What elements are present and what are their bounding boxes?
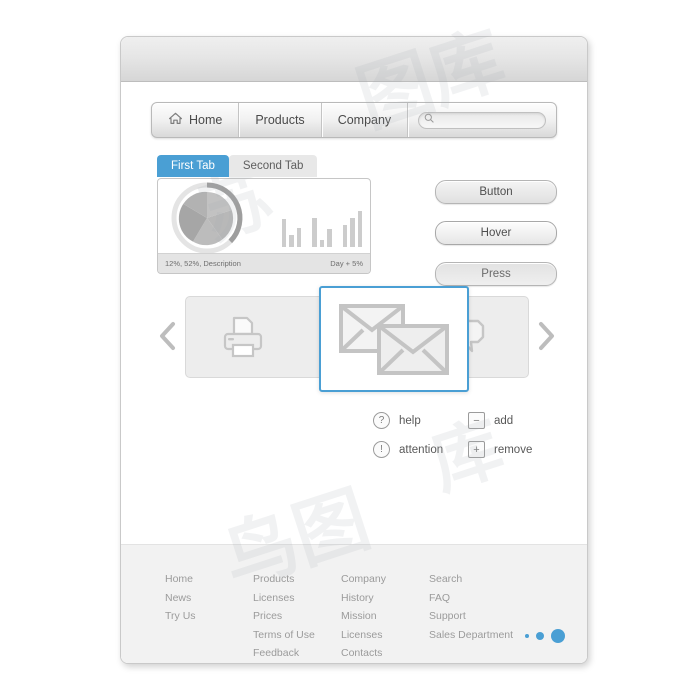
footer-column-1: Home News Try Us <box>165 573 253 663</box>
nav-item-home[interactable]: Home <box>152 103 240 137</box>
carousel-item-printer[interactable] <box>200 314 287 360</box>
window-title-bar <box>121 37 587 82</box>
legend-item-attention[interactable]: ! attention <box>373 441 468 458</box>
button-hover[interactable]: Hover <box>435 221 557 245</box>
pagination-dot[interactable] <box>536 632 544 640</box>
legend-label: remove <box>494 443 533 456</box>
footer-link[interactable]: FAQ <box>429 592 517 604</box>
legend-label: add <box>494 414 514 427</box>
pie-slices <box>178 191 234 246</box>
legend-item-remove[interactable]: + remove <box>468 441 563 458</box>
footer-link[interactable]: Contacts <box>341 647 429 659</box>
footer-link[interactable]: Terms of Use <box>253 629 341 641</box>
bar <box>350 218 355 247</box>
footer-link[interactable]: Licenses <box>341 629 429 641</box>
footer-link[interactable]: Prices <box>253 610 341 622</box>
bar <box>282 219 287 247</box>
side-button-group: Button Hover Press <box>435 180 557 303</box>
tab-first[interactable]: First Tab <box>157 155 229 177</box>
legend-item-add[interactable]: − add <box>468 412 563 429</box>
nav-item-company[interactable]: Company <box>322 103 409 137</box>
bar <box>312 218 317 247</box>
carousel <box>157 286 557 392</box>
chart-footer-left: 12%, 52%, Description <box>165 259 241 268</box>
chevron-right-icon[interactable] <box>535 316 557 356</box>
bar <box>327 229 332 247</box>
footer-link[interactable]: Products <box>253 573 341 585</box>
question-circle-icon: ? <box>373 412 390 429</box>
bar <box>319 239 325 247</box>
plus-square-icon: + <box>468 441 485 458</box>
button-pressed[interactable]: Press <box>435 262 557 286</box>
exclamation-circle-icon: ! <box>373 441 390 458</box>
footer-link[interactable]: Mission <box>341 610 429 622</box>
nav-item-label: Company <box>337 113 392 127</box>
app-window: Home Products Company First Tab Second T… <box>120 36 588 664</box>
window-body: Home Products Company First Tab Second T… <box>121 82 587 663</box>
footer-link[interactable]: Licenses <box>253 592 341 604</box>
legend-item-help[interactable]: ? help <box>373 412 468 429</box>
nav-item-products[interactable]: Products <box>239 103 322 137</box>
search-input[interactable] <box>418 111 546 129</box>
home-icon <box>168 112 183 129</box>
footer-link[interactable]: Company <box>341 573 429 585</box>
footer-link[interactable]: Support <box>429 610 517 622</box>
chart-footer: 12%, 52%, Description Day + 5% <box>158 253 370 273</box>
chart-panel: 12%, 52%, Description Day + 5% <box>157 178 371 274</box>
nav-item-label: Products <box>255 113 305 127</box>
main-navigation-bar: Home Products Company <box>151 102 557 138</box>
icon-legend: ? help − add ! attention + remove <box>373 412 563 458</box>
footer-column-3: Company History Mission Licenses Contact… <box>341 573 429 663</box>
bar <box>296 227 302 247</box>
page-footer: Home News Try Us Products Licenses Price… <box>121 544 587 663</box>
nav-item-label: Home <box>189 113 223 127</box>
pagination-dot[interactable] <box>551 629 565 643</box>
footer-column-2: Products Licenses Prices Terms of Use Fe… <box>253 573 341 663</box>
legend-label: attention <box>399 443 444 456</box>
pagination-dot[interactable] <box>525 634 529 638</box>
pagination-dots <box>525 629 565 643</box>
tab-second[interactable]: Second Tab <box>228 155 318 177</box>
printer-icon <box>224 316 263 358</box>
envelopes-icon <box>339 304 449 375</box>
footer-link[interactable]: Try Us <box>165 610 253 622</box>
footer-link[interactable]: Home <box>165 573 253 585</box>
bar <box>289 235 294 247</box>
footer-link[interactable]: News <box>165 592 253 604</box>
footer-link[interactable]: Feedback <box>253 647 341 659</box>
carousel-item-envelopes-selected[interactable] <box>319 286 469 392</box>
bar-chart <box>282 187 363 247</box>
footer-link[interactable]: History <box>341 592 429 604</box>
chart-footer-right: Day + 5% <box>330 259 363 268</box>
tab-bar: First Tab Second Tab <box>157 155 318 177</box>
minus-square-icon: − <box>468 412 485 429</box>
footer-link[interactable]: Search <box>429 573 517 585</box>
button-default[interactable]: Button <box>435 180 557 204</box>
search-container <box>408 103 556 137</box>
pie-chart <box>171 182 243 254</box>
footer-columns: Home News Try Us Products Licenses Price… <box>165 573 517 663</box>
chevron-left-icon[interactable] <box>157 316 179 356</box>
legend-label: help <box>399 414 421 427</box>
footer-column-4: Search FAQ Support Sales Department <box>429 573 517 663</box>
bar <box>342 225 348 247</box>
footer-link[interactable]: Sales Department <box>429 629 517 641</box>
bar <box>357 211 363 247</box>
chart-area <box>158 179 370 254</box>
